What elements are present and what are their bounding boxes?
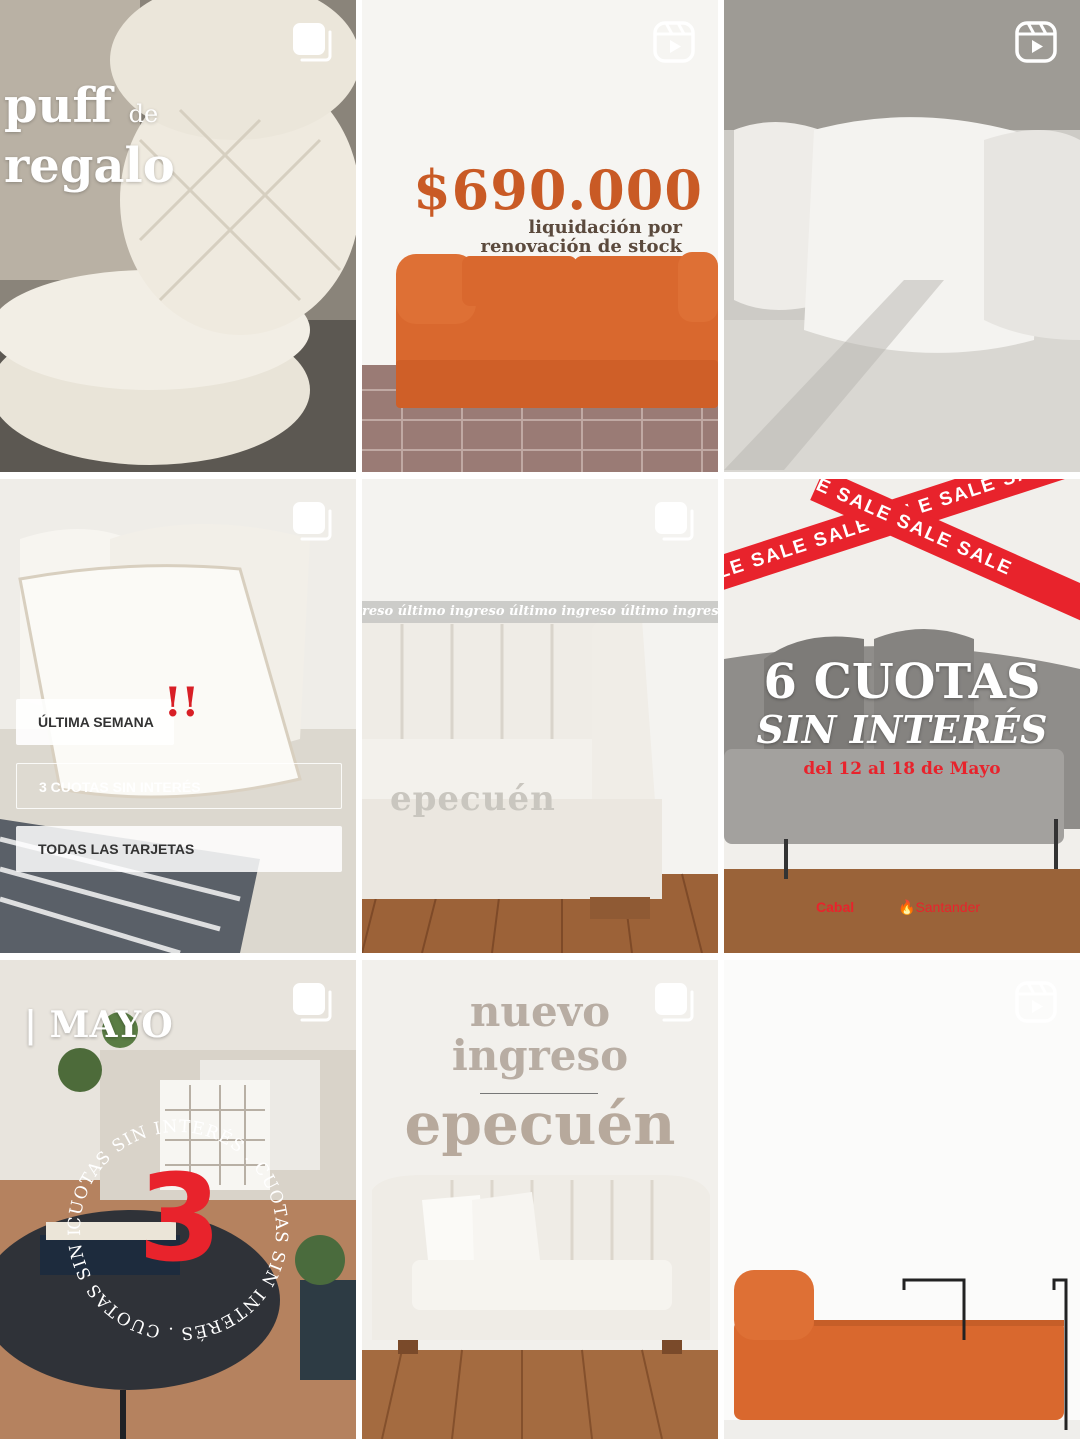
reel-icon: [652, 20, 696, 64]
profile-post-grid: puff de regalo $690.000 liquidación por …: [0, 0, 1080, 1439]
post-tile-2[interactable]: $690.000 liquidación por renovación de s…: [362, 0, 718, 472]
post-8-title-line2: ingreso: [451, 1031, 629, 1080]
post-6-dates: del 12 al 18 de Mayo: [803, 759, 1001, 779]
carousel-icon: [652, 499, 696, 543]
post-tile-9[interactable]: [724, 960, 1080, 1439]
post-4-chip-tarjetas: TODAS LAS TARJETAS: [16, 826, 342, 872]
post-4-exclamation: !!: [164, 679, 200, 726]
post-1-photo: [0, 0, 356, 472]
post-5-brand: epecuén: [390, 779, 556, 819]
post-tile-1[interactable]: puff de regalo: [0, 0, 356, 472]
post-tile-3[interactable]: [724, 0, 1080, 472]
post-5-ribbon: reso último ingreso último ingreso últim…: [362, 601, 718, 623]
post-7-month: | MAYO: [24, 1004, 173, 1046]
carousel-icon: [290, 20, 334, 64]
post-1-title-line2: regalo: [4, 138, 175, 194]
reel-icon: [1014, 980, 1058, 1024]
post-1-title: puff de regalo: [4, 80, 175, 192]
santander-logo: 🔥Santander: [898, 899, 981, 915]
post-4-chip-cuotas: 3 CUOTAS SIN INTERÉS: [16, 763, 342, 809]
post-tile-7[interactable]: | MAYO CUOTAS SIN INTERÉS . CUOTAS SIN I…: [0, 960, 356, 1439]
post-2-subtitle-line2: renovación de stock: [480, 236, 683, 257]
post-2-price: $690.000: [413, 158, 703, 222]
santander-logo-text: Santander: [915, 899, 981, 915]
post-1-title-line1: puff: [4, 78, 112, 134]
post-6-headline: 6 CUOTAS: [763, 654, 1041, 710]
post-8-brand: epecuén: [404, 1090, 676, 1158]
reel-icon: [1014, 20, 1058, 64]
post-1-title-small: de: [128, 100, 159, 128]
post-2-subtitle-line1: liquidación por: [528, 217, 682, 238]
post-tile-8[interactable]: nuevo ingreso epecuén: [362, 960, 718, 1439]
post-3-photo: [724, 0, 1080, 472]
post-tile-4[interactable]: ÚLTIMA SEMANA !! 3 CUOTAS SIN INTERÉS TO…: [0, 479, 356, 953]
post-4-chip-ultima-semana: ÚLTIMA SEMANA: [16, 699, 174, 745]
post-tile-6[interactable]: SALE SALE SALE SALE SALE SALE SAL E SALE…: [724, 479, 1080, 953]
post-7-big-number: 3: [138, 1150, 222, 1289]
post-5-photo: [362, 479, 718, 953]
cabal-logo: Cabal: [816, 899, 855, 915]
post-2-subtitle: liquidación por renovación de stock: [481, 218, 683, 256]
carousel-icon: [290, 499, 334, 543]
post-tile-5[interactable]: reso último ingreso último ingreso últim…: [362, 479, 718, 953]
post-8-title-line1: nuevo: [469, 987, 611, 1036]
post-6-headline-sub: SIN INTERÉS: [756, 707, 1048, 752]
post-9-photo: [724, 960, 1080, 1439]
carousel-icon: [652, 980, 696, 1024]
carousel-icon: [290, 980, 334, 1024]
